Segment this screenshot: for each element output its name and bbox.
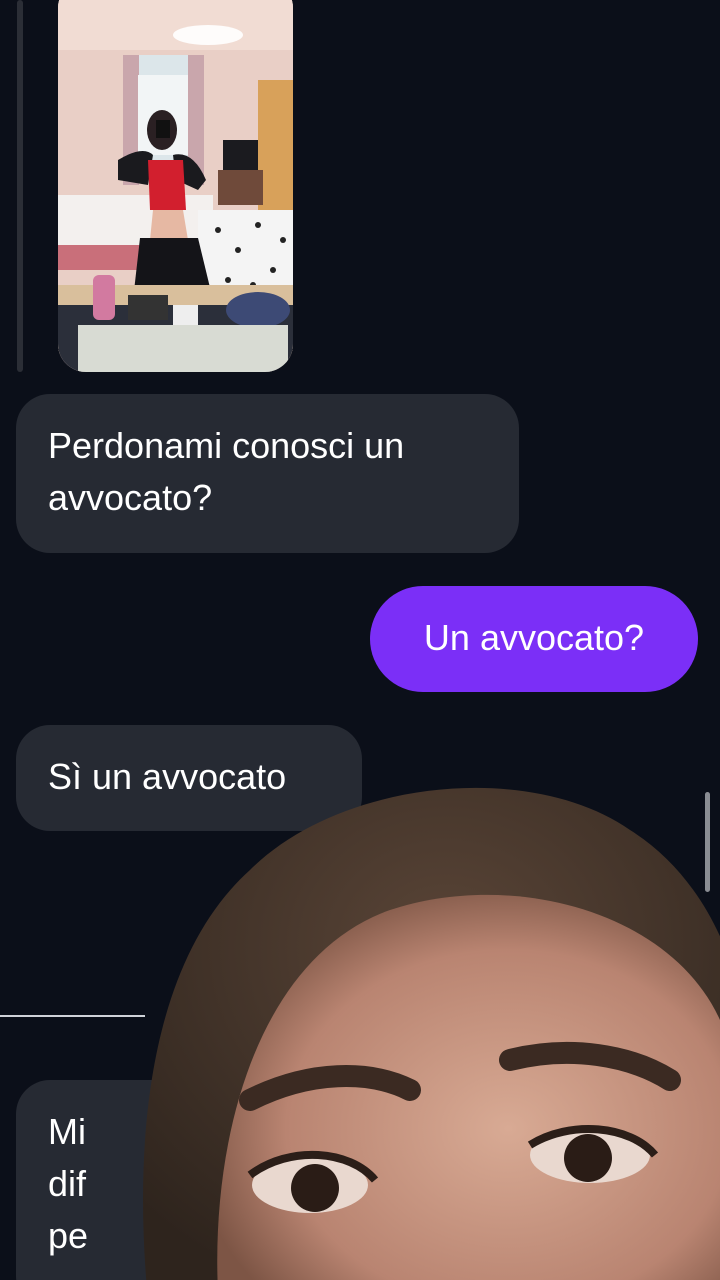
message-text: Un avvocato? [423,617,645,658]
photo-image [58,0,293,372]
message-text: Perdonami conosci un avvocato? [48,425,405,518]
outgoing-message[interactable]: Un avvocato? [370,586,698,692]
camera-face-overlay [143,788,720,1280]
incoming-message[interactable]: Perdonami conosci un avvocato? [16,394,519,553]
reply-thread-line [17,0,23,372]
photo-message[interactable] [58,0,293,372]
chat-screen: Perdonami conosci un avvocato? Un avvoca… [0,0,720,1280]
